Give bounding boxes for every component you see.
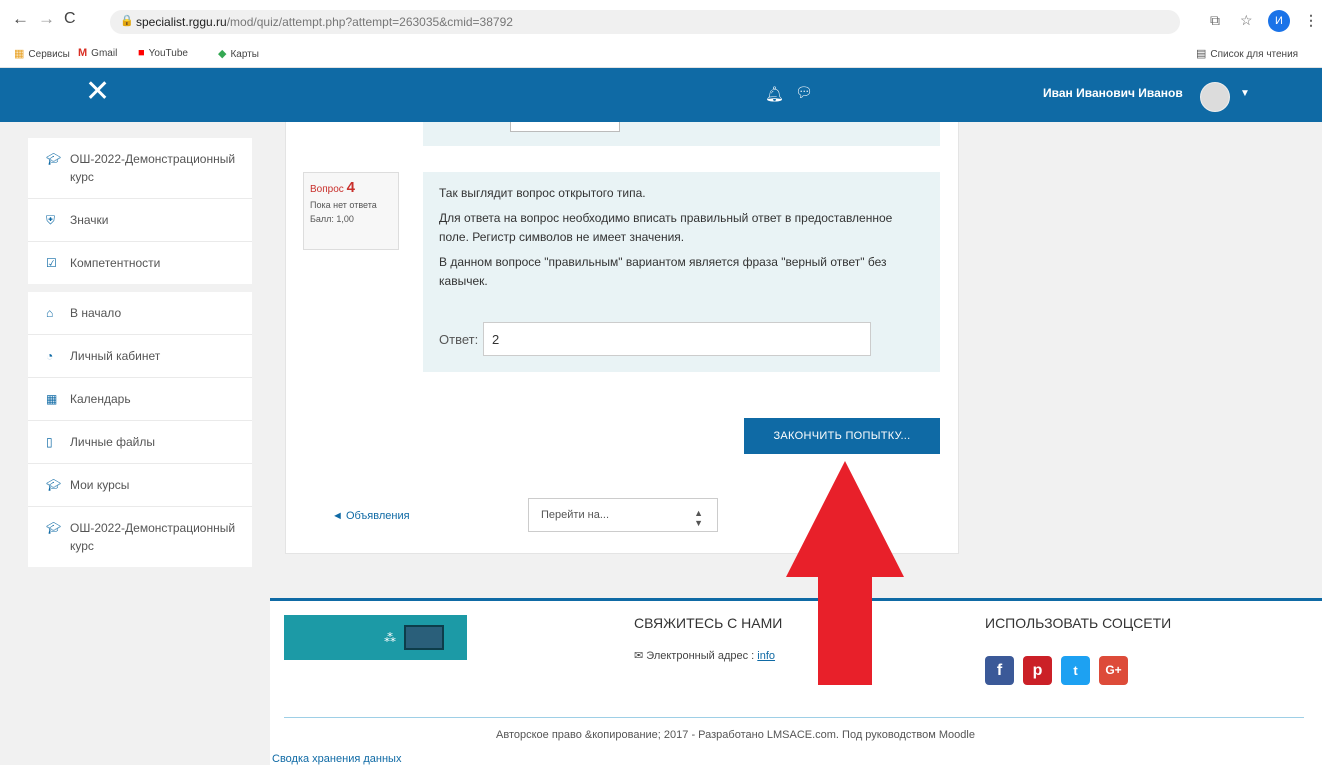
- file-icon: ▯: [46, 435, 53, 449]
- sidebar: 🎓︎ ОШ-2022-Демонстрационный курс ⛨ Значк…: [28, 138, 252, 575]
- sidebar-item-label: Компетентности: [70, 256, 161, 270]
- gmail-icon: M: [78, 47, 88, 59]
- sidebar-item-home[interactable]: ⌂ В начало: [28, 292, 252, 335]
- sidebar-item-label: Личный кабинет: [70, 349, 161, 363]
- checkbox-icon: ☑: [46, 256, 57, 270]
- dashboard-icon: ◔: [46, 349, 54, 363]
- calendar-icon: ▦: [46, 392, 58, 406]
- sidebar-item-label: Мои курсы: [70, 478, 130, 492]
- sidebar-item-my-courses[interactable]: 🎓︎ Мои курсы: [28, 464, 252, 507]
- address-bar[interactable]: 🔒 specialist.rggu.ru/mod/quiz/attempt.ph…: [110, 10, 1180, 34]
- bookmarks-bar: ▦ Сервисы M Gmail ■ YouTube ◆ Карты ▤ Список …: [0, 38, 1322, 68]
- sidebar-item-label: ОШ-2022-Демонстрационный курс: [70, 521, 236, 553]
- shield-icon: ⛨: [46, 213, 56, 227]
- social-heading: ИСПОЛЬЗОВАТЬ СОЦСЕТИ: [985, 615, 1172, 631]
- url-text: specialist.rggu.ru/mod/quiz/attempt.php?…: [136, 15, 513, 29]
- footer-logo: ⁂: [284, 615, 467, 660]
- bookmark-services[interactable]: ▦ Сервисы: [14, 47, 70, 60]
- user-name[interactable]: Иван Иванович Иванов: [1043, 86, 1183, 100]
- avatar[interactable]: [1200, 82, 1230, 112]
- footer-divider: [284, 717, 1304, 718]
- graduation-cap-icon: 🎓︎: [46, 521, 62, 535]
- select-arrows-icon: ▲ ▼: [694, 508, 703, 528]
- previous-answer-input[interactable]: [510, 122, 620, 132]
- lock-icon: 🔒: [120, 15, 134, 27]
- previous-activity-link[interactable]: ◄ Объявления: [332, 510, 410, 522]
- jump-to-select[interactable]: Перейти на... ▲ ▼: [528, 498, 718, 532]
- question-score: Балл: 1,00: [310, 214, 354, 224]
- bookmark-gmail[interactable]: M Gmail: [78, 47, 117, 59]
- sidebar-item-calendar[interactable]: ▦ Календарь: [28, 378, 252, 421]
- monitor-icon: [404, 625, 444, 650]
- question-info: Вопрос 4 Пока нет ответа Балл: 1,00: [303, 172, 399, 250]
- sidebar-item-label: Личные файлы: [70, 435, 155, 449]
- footer-email: ✉ Электронный адрес : info: [634, 650, 776, 662]
- data-retention-link[interactable]: Сводка хранения данных: [272, 753, 401, 765]
- menu-dots-icon[interactable]: ⋮: [1304, 12, 1318, 29]
- question-text: Для ответа на вопрос необходимо вписать …: [439, 211, 893, 244]
- back-icon[interactable]: ←: [12, 9, 29, 29]
- apps-grid-icon: ▦: [14, 48, 25, 60]
- youtube-icon: ■: [138, 47, 145, 59]
- star-icon[interactable]: ☆: [1240, 12, 1253, 29]
- forward-icon[interactable]: →: [38, 9, 55, 29]
- question-number: Вопрос 4: [310, 179, 355, 196]
- sidebar-item-course-2[interactable]: 🎓︎ ОШ-2022-Демонстрационный курс: [28, 507, 252, 567]
- chat-icon[interactable]: 💬︎: [795, 84, 813, 101]
- reading-list[interactable]: ▤ Список для чтения: [1196, 47, 1298, 60]
- envelope-icon: ✉: [634, 650, 644, 662]
- profile-avatar[interactable]: И: [1268, 10, 1290, 32]
- contact-heading: СВЯЖИТЕСЬ С НАМИ: [634, 615, 783, 631]
- chevron-down-icon[interactable]: ▼: [1240, 88, 1250, 99]
- question-status: Пока нет ответа: [310, 200, 377, 210]
- question-text: Так выглядит вопрос открытого типа.: [439, 186, 646, 200]
- reload-icon[interactable]: C: [64, 10, 76, 28]
- bookmark-maps[interactable]: ◆ Карты: [218, 47, 259, 60]
- sidebar-item-label: Значки: [70, 213, 109, 227]
- answer-label: Ответ:: [439, 332, 479, 347]
- sidebar-item-files[interactable]: ▯ Личные файлы: [28, 421, 252, 464]
- maps-icon: ◆: [218, 48, 227, 60]
- share-icon[interactable]: ⧉: [1210, 12, 1220, 29]
- red-arrow-annotation: [786, 461, 904, 685]
- close-drawer-icon[interactable]: ✕: [85, 77, 110, 107]
- reading-list-icon: ▤: [1196, 48, 1207, 60]
- sidebar-item-competencies[interactable]: ☑ Компетентности: [28, 242, 252, 284]
- bell-icon[interactable]: 🔔︎: [765, 85, 784, 103]
- question-box: Так выглядит вопрос открытого типа. Для …: [423, 172, 940, 372]
- home-icon: ⌂: [46, 306, 54, 320]
- graduation-cap-icon: 🎓︎: [46, 478, 62, 492]
- browser-toolbar: ← → C 🔒 specialist.rggu.ru/mod/quiz/atte…: [0, 0, 1322, 38]
- network-icon: ⁂: [384, 631, 396, 645]
- sidebar-item-dashboard[interactable]: ◔ Личный кабинет: [28, 335, 252, 378]
- copyright-text: Авторское право &копирование; 2017 - Раз…: [496, 729, 975, 741]
- twitter-icon[interactable]: t: [1061, 656, 1090, 685]
- answer-input[interactable]: [483, 322, 871, 356]
- sidebar-item-label: ОШ-2022-Демонстрационный курс: [70, 152, 236, 184]
- sidebar-item-label: Календарь: [70, 392, 131, 406]
- facebook-icon[interactable]: f: [985, 656, 1014, 685]
- sidebar-group-nav: ⌂ В начало ◔ Личный кабинет ▦ Календарь …: [28, 292, 252, 567]
- graduation-cap-icon: 🎓︎: [46, 152, 62, 166]
- previous-question-box: [423, 122, 940, 146]
- sidebar-item-badges[interactable]: ⛨ Значки: [28, 199, 252, 242]
- question-text: В данном вопросе "правильным" вариантом …: [439, 255, 887, 288]
- site-header: ✕ 🔔︎ 💬︎ Иван Иванович Иванов ▼: [0, 68, 1322, 122]
- bookmark-youtube[interactable]: ■ YouTube: [138, 47, 188, 59]
- sidebar-item-course[interactable]: 🎓︎ ОШ-2022-Демонстрационный курс: [28, 138, 252, 199]
- google-plus-icon[interactable]: G+: [1099, 656, 1128, 685]
- finish-attempt-button[interactable]: ЗАКОНЧИТЬ ПОПЫТКУ...: [744, 418, 940, 454]
- jump-select-value: Перейти на...: [541, 509, 610, 521]
- sidebar-item-label: В начало: [70, 306, 122, 320]
- email-link[interactable]: info: [757, 650, 775, 662]
- sidebar-group-course: 🎓︎ ОШ-2022-Демонстрационный курс ⛨ Значк…: [28, 138, 252, 284]
- pinterest-icon[interactable]: p: [1023, 656, 1052, 685]
